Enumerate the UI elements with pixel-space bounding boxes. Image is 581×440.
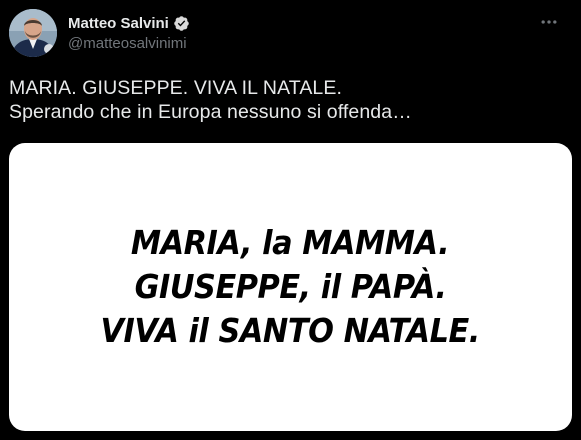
image-text-line-2: GIUSEPPE, il PAPÀ. xyxy=(134,267,447,306)
avatar-image xyxy=(9,9,57,57)
display-name[interactable]: Matteo Salvini xyxy=(68,15,169,32)
user-handle[interactable]: @matteosalvinimi xyxy=(68,35,190,52)
verified-badge-icon xyxy=(173,15,190,32)
more-options-icon xyxy=(541,20,557,24)
more-options-button[interactable] xyxy=(537,10,561,34)
tweet-text-line-1: MARIA. GIUSEPPE. VIVA IL NATALE. xyxy=(9,77,342,99)
image-text-line-1: MARIA, la MAMMA. xyxy=(131,223,450,262)
image-text-line-3: VIVA il SANTO NATALE. xyxy=(100,311,481,350)
avatar[interactable] xyxy=(9,9,57,57)
tweet-text: MARIA. GIUSEPPE. VIVA IL NATALE. Sperand… xyxy=(9,76,569,124)
tweet-author: Matteo Salvini @matteosalvinimi xyxy=(68,13,190,53)
tweet-media-image[interactable]: MARIA, la MAMMA. GIUSEPPE, il PAPÀ. VIVA… xyxy=(9,143,572,431)
name-row: Matteo Salvini xyxy=(68,13,190,33)
tweet-text-line-2: Sperando che in Europa nessuno si offend… xyxy=(9,101,412,123)
tweet-card: Matteo Salvini @matteosalvinimi MARIA. G… xyxy=(0,0,581,440)
